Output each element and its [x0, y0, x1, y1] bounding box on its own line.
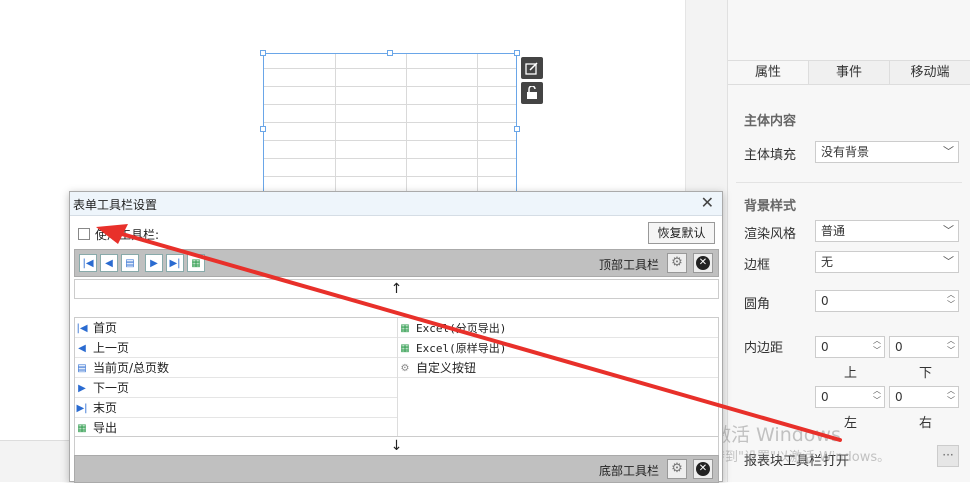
annotation-arrow [96, 224, 842, 442]
